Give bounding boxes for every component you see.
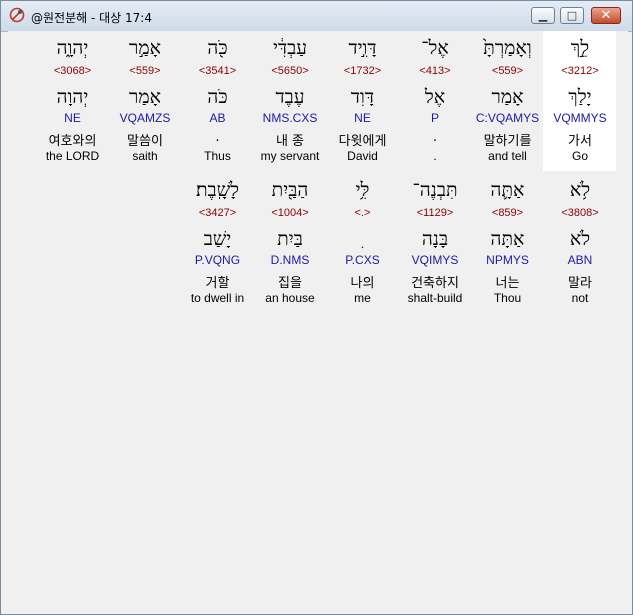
strong-number: <3068>	[53, 65, 92, 77]
hebrew-lemma-text: יָלַךְ	[568, 86, 592, 108]
morphology-code: ABN	[567, 253, 593, 267]
strong-number: <3808>	[561, 207, 599, 219]
korean-gloss: 내 종	[275, 134, 305, 149]
app-window: @원전분해 - 대상 17:4 ▁ □ ✕ לֵ֣ךְ <3212> יָלַךְ V…	[0, 0, 633, 615]
hebrew-surface-text: אֶל־	[421, 37, 449, 59]
english-gloss: an house	[265, 291, 315, 305]
hebrew-lemma-text: ִ	[325, 228, 401, 251]
korean-gloss: 집을	[278, 276, 302, 291]
hebrew-lemma-text: בָּנָה	[421, 228, 449, 250]
hebrew-lemma-text: אָמַר	[129, 86, 161, 108]
close-button[interactable]: ✕	[591, 7, 621, 24]
strong-number: <5650>	[271, 65, 309, 77]
app-icon	[9, 7, 25, 23]
hebrew-lemma-text: יָשַׁב	[203, 228, 232, 250]
strong-number: <3427>	[198, 207, 237, 219]
morphology-code: P	[430, 111, 439, 125]
hebrew-lemma-text: בַּיִת	[277, 228, 303, 250]
hebrew-lemma-text: אַתָּה	[490, 228, 525, 250]
interlinear-panel: לֵ֣ךְ <3212> יָלַךְ VQMMYS 가서 Go וְאָמַרְתָּ֙ <…	[8, 31, 628, 610]
hebrew-lemma-text: דָּוִד	[350, 86, 375, 108]
hebrew-lemma-text: יְהוָה	[56, 86, 89, 108]
english-gloss: to dwell in	[190, 291, 245, 305]
morphology-code: NMS.CXS	[262, 111, 318, 125]
korean-gloss: 말하기를	[483, 134, 532, 149]
english-gloss: Thou	[493, 291, 522, 305]
english-gloss: the LORD	[45, 149, 100, 163]
korean-gloss: 여호와의	[48, 134, 97, 149]
korean-gloss: 너는	[495, 276, 520, 291]
hebrew-surface-text: עַבְדִּ֔י	[272, 37, 308, 59]
hebrew-surface-text: דָּוִ֣יד	[348, 37, 377, 59]
hebrew-lemma-text: לֹא	[569, 228, 591, 250]
morphology-code: VQAMZS	[119, 111, 171, 125]
english-gloss: not	[571, 291, 589, 305]
korean-gloss: .	[432, 130, 438, 145]
korean-gloss: 가서	[568, 134, 592, 149]
window-title: @원전분해 - 대상 17:4	[31, 11, 152, 25]
english-gloss: and tell	[488, 149, 527, 163]
english-gloss: me	[354, 291, 371, 305]
morphology-code: C:VQAMYS	[475, 111, 540, 125]
morphology-code: VQIMYS	[411, 253, 459, 267]
strong-number: <559>	[129, 65, 161, 77]
strong-number: <413>	[419, 65, 451, 77]
hebrew-surface-text: תִּבְנֶה־	[412, 179, 458, 201]
hebrew-lemma-text: אֶל	[424, 86, 446, 108]
english-gloss: saith	[132, 149, 158, 163]
strong-number: <1129>	[416, 207, 454, 219]
maximize-button[interactable]: □	[560, 7, 584, 24]
morphology-code: P.VQNG	[194, 253, 241, 267]
hebrew-surface-text: הַבַּ֖יִת	[271, 179, 309, 201]
hebrew-lemma-text: אָמַר	[491, 86, 524, 108]
morphology-code: NE	[354, 111, 371, 125]
korean-gloss: 거할	[205, 276, 230, 291]
hebrew-surface-text: יְהוָ֑ה	[56, 37, 89, 59]
strong-number: <.>	[354, 207, 371, 219]
hebrew-surface-text: כֹּ֖ה	[207, 37, 228, 59]
morphology-code: AB	[209, 111, 226, 125]
morphology-code: VQMMYS	[553, 111, 607, 125]
strong-number: <3212>	[561, 65, 599, 77]
hebrew-surface-text: אָמַ֣ר	[129, 37, 161, 59]
hebrew-surface-text: לָשָֽׁבֶת׃	[195, 179, 240, 201]
korean-gloss: 말씀이	[127, 134, 163, 149]
strong-number: <859>	[491, 207, 524, 219]
hebrew-surface-text: לֵ֣ךְ	[570, 37, 590, 59]
english-gloss: my servant	[260, 149, 320, 163]
strong-number: <559>	[491, 65, 524, 77]
minimize-button[interactable]: ▁	[531, 7, 555, 24]
korean-gloss: 다윗에게	[338, 134, 387, 149]
close-icon: ✕	[600, 8, 612, 23]
english-gloss: .	[433, 149, 437, 163]
morphology-code: NPMYS	[486, 253, 529, 267]
english-gloss: Thus	[204, 149, 231, 163]
strong-number: <1004>	[271, 207, 309, 219]
morphology-code: NE	[64, 111, 81, 125]
english-gloss: Go	[571, 149, 588, 163]
hebrew-surface-text: לִּ֥י	[355, 179, 370, 201]
hebrew-surface-text: לֹ֥א	[569, 179, 591, 201]
korean-gloss: 나의	[350, 276, 375, 291]
korean-gloss: 말라	[568, 276, 592, 291]
strong-number: <3541>	[198, 65, 237, 77]
hebrew-surface-text: וְאָמַרְתָּ֙	[483, 37, 532, 59]
title-bar[interactable]: @원전분해 - 대상 17:4 ▁ □ ✕	[1, 1, 632, 32]
maximize-icon: □	[566, 9, 578, 22]
korean-gloss: 건축하지	[411, 276, 459, 291]
hebrew-lemma-text: עֶבֶד	[275, 86, 305, 108]
morphology-code: D.NMS	[270, 253, 310, 267]
strong-number: <1732>	[343, 65, 382, 77]
english-gloss: shalt-build	[407, 291, 463, 305]
hebrew-surface-text: אַתָּ֛ה	[490, 179, 525, 201]
morphology-code: P.CXS	[345, 253, 380, 267]
korean-gloss: .	[215, 130, 220, 145]
minimize-icon: ▁	[538, 9, 548, 22]
hebrew-lemma-text: כֹּה	[207, 86, 228, 108]
english-gloss: David	[347, 149, 378, 163]
